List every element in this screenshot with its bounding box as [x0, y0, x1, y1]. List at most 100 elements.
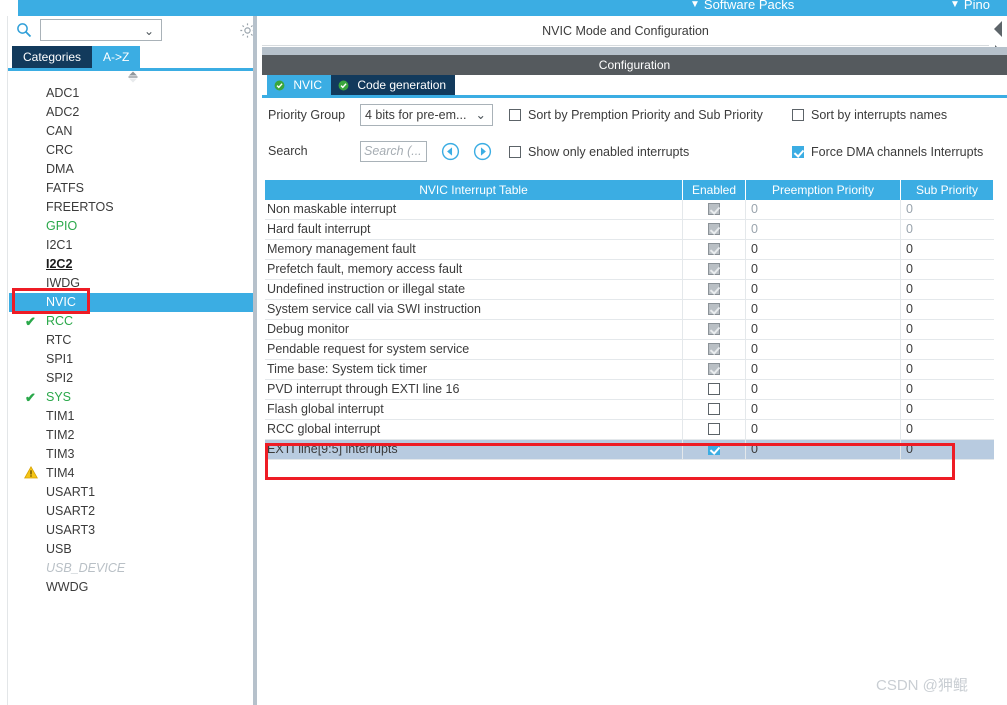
- sidebar-item-crc[interactable]: CRC: [9, 141, 253, 160]
- enabled-checkbox[interactable]: [708, 363, 720, 375]
- tab-nvic[interactable]: NVIC: [267, 75, 332, 95]
- sidebar-item-wwdg[interactable]: WWDG: [9, 578, 253, 597]
- menu-pinout[interactable]: ▼ Pino: [950, 0, 990, 12]
- tab-categories[interactable]: Categories: [12, 46, 93, 68]
- cell-sub-priority[interactable]: 0: [901, 240, 993, 259]
- peripheral-list[interactable]: ADC1 ADC2 CAN CRC DMA FATFS FREERTOS GPIO I2C1 I2…: [9, 84, 253, 690]
- sidebar-item-i2c1[interactable]: I2C1: [9, 236, 253, 255]
- cell-sub-priority[interactable]: 0: [901, 200, 993, 219]
- cell-enabled[interactable]: [683, 280, 746, 299]
- priority-group-select[interactable]: 4 bits for pre-em... ⌄: [360, 104, 493, 126]
- cell-sub-priority[interactable]: 0: [901, 300, 993, 319]
- enabled-checkbox[interactable]: [708, 323, 720, 335]
- checkbox-sort-by-preemption[interactable]: Sort by Premption Priority and Sub Prior…: [509, 108, 763, 122]
- cell-enabled[interactable]: [683, 400, 746, 419]
- cell-sub-priority[interactable]: 0: [901, 260, 993, 279]
- tab-a-to-z[interactable]: A->Z: [92, 46, 141, 68]
- table-row[interactable]: Flash global interrupt 0 0: [265, 400, 994, 420]
- cell-enabled[interactable]: [683, 420, 746, 439]
- table-row[interactable]: Pendable request for system service 0 0: [265, 340, 994, 360]
- cell-sub-priority[interactable]: 0: [901, 360, 993, 379]
- enabled-checkbox[interactable]: [708, 423, 720, 435]
- sidebar-item-sys[interactable]: ✔ SYS: [9, 388, 253, 407]
- cell-preemption-priority[interactable]: 0: [746, 400, 901, 419]
- enabled-checkbox[interactable]: [708, 283, 720, 295]
- sidebar-item-iwdg[interactable]: IWDG: [9, 274, 253, 293]
- enabled-checkbox[interactable]: [708, 443, 720, 455]
- peripheral-search-combo[interactable]: ⌄: [40, 19, 162, 41]
- table-row[interactable]: Hard fault interrupt 0 0: [265, 220, 994, 240]
- cell-sub-priority[interactable]: 0: [901, 420, 993, 439]
- sidebar-item-freertos[interactable]: FREERTOS: [9, 198, 253, 217]
- menu-software-packs[interactable]: ▼ Software Packs: [690, 0, 794, 12]
- sidebar-item-i2c2[interactable]: I2C2: [9, 255, 253, 274]
- column-header-preemption[interactable]: Preemption Priority: [746, 180, 901, 200]
- cell-preemption-priority[interactable]: 0: [746, 320, 901, 339]
- sidebar-item-tim2[interactable]: TIM2: [9, 426, 253, 445]
- sidebar-item-tim4[interactable]: TIM4: [9, 464, 253, 483]
- table-row[interactable]: Non maskable interrupt 0 0: [265, 200, 994, 220]
- table-row[interactable]: RCC global interrupt 0 0: [265, 420, 994, 440]
- sidebar-item-spi2[interactable]: SPI2: [9, 369, 253, 388]
- cell-enabled[interactable]: [683, 300, 746, 319]
- cell-enabled[interactable]: [683, 340, 746, 359]
- sidebar-item-gpio[interactable]: GPIO: [9, 217, 253, 236]
- enabled-checkbox[interactable]: [708, 403, 720, 415]
- sidebar-item-tim1[interactable]: TIM1: [9, 407, 253, 426]
- cell-enabled[interactable]: [683, 240, 746, 259]
- sidebar-item-usart3[interactable]: USART3: [9, 521, 253, 540]
- list-scroll-indicator-icon[interactable]: [126, 70, 140, 84]
- sidebar-item-usart1[interactable]: USART1: [9, 483, 253, 502]
- sidebar-item-fatfs[interactable]: FATFS: [9, 179, 253, 198]
- sidebar-item-rtc[interactable]: RTC: [9, 331, 253, 350]
- search-prev-button[interactable]: [441, 142, 460, 161]
- enabled-checkbox[interactable]: [708, 223, 720, 235]
- cell-sub-priority[interactable]: 0: [901, 400, 993, 419]
- cell-preemption-priority[interactable]: 0: [746, 240, 901, 259]
- sidebar-item-adc2[interactable]: ADC2: [9, 103, 253, 122]
- cell-sub-priority[interactable]: 0: [901, 320, 993, 339]
- enabled-checkbox[interactable]: [708, 203, 720, 215]
- table-row[interactable]: Prefetch fault, memory access fault 0 0: [265, 260, 994, 280]
- sidebar-item-adc1[interactable]: ADC1: [9, 84, 253, 103]
- cell-enabled[interactable]: [683, 260, 746, 279]
- table-row[interactable]: Time base: System tick timer 0 0: [265, 360, 994, 380]
- interrupt-search-input[interactable]: Search (...: [360, 141, 427, 162]
- table-row[interactable]: PVD interrupt through EXTI line 16 0 0: [265, 380, 994, 400]
- sidebar-item-usb_device[interactable]: USB_DEVICE: [9, 559, 253, 578]
- cell-enabled[interactable]: [683, 380, 746, 399]
- cell-sub-priority[interactable]: 0: [901, 440, 993, 459]
- cell-preemption-priority[interactable]: 0: [746, 300, 901, 319]
- enabled-checkbox[interactable]: [708, 263, 720, 275]
- cell-sub-priority[interactable]: 0: [901, 220, 993, 239]
- sidebar-item-usart2[interactable]: USART2: [9, 502, 253, 521]
- enabled-checkbox[interactable]: [708, 243, 720, 255]
- column-header-name[interactable]: NVIC Interrupt Table: [265, 180, 683, 200]
- cell-preemption-priority[interactable]: 0: [746, 440, 901, 459]
- cell-sub-priority[interactable]: 0: [901, 380, 993, 399]
- enabled-checkbox[interactable]: [708, 303, 720, 315]
- cell-enabled[interactable]: [683, 360, 746, 379]
- cell-preemption-priority[interactable]: 0: [746, 220, 901, 239]
- enabled-checkbox[interactable]: [708, 383, 720, 395]
- cell-preemption-priority[interactable]: 0: [746, 360, 901, 379]
- cell-preemption-priority[interactable]: 0: [746, 380, 901, 399]
- cell-preemption-priority[interactable]: 0: [746, 200, 901, 219]
- sidebar-item-dma[interactable]: DMA: [9, 160, 253, 179]
- checkbox-force-dma[interactable]: Force DMA channels Interrupts: [792, 145, 983, 159]
- table-row[interactable]: Debug monitor 0 0: [265, 320, 994, 340]
- sidebar-item-usb[interactable]: USB: [9, 540, 253, 559]
- sidebar-item-nvic[interactable]: NVIC: [9, 293, 253, 312]
- enabled-checkbox[interactable]: [708, 343, 720, 355]
- tab-code-generation[interactable]: Code generation: [331, 75, 456, 95]
- cell-enabled[interactable]: [683, 320, 746, 339]
- checkbox-sort-by-names[interactable]: Sort by interrupts names: [792, 108, 947, 122]
- table-row[interactable]: System service call via SWI instruction 0…: [265, 300, 994, 320]
- checkbox-show-only-enabled[interactable]: Show only enabled interrupts: [509, 145, 689, 159]
- search-next-button[interactable]: [473, 142, 492, 161]
- sidebar-item-tim3[interactable]: TIM3: [9, 445, 253, 464]
- cell-sub-priority[interactable]: 0: [901, 280, 993, 299]
- cell-preemption-priority[interactable]: 0: [746, 420, 901, 439]
- table-row[interactable]: Memory management fault 0 0: [265, 240, 994, 260]
- sidebar-item-spi1[interactable]: SPI1: [9, 350, 253, 369]
